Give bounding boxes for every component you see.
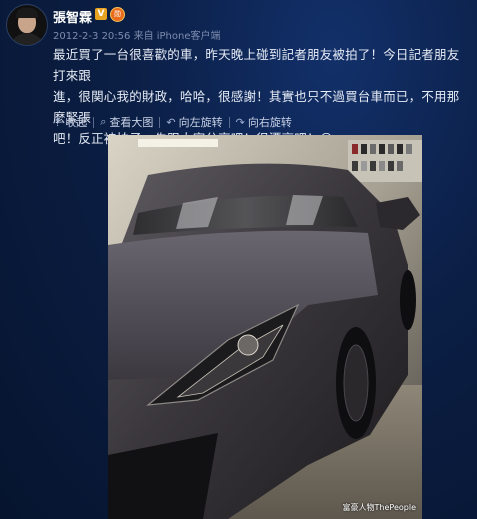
headlight-lamp bbox=[237, 334, 259, 356]
car-photo bbox=[108, 135, 422, 519]
view-large-label: 查看大图 bbox=[109, 116, 154, 129]
rotate-right-button[interactable]: ↷ 向右旋转 bbox=[236, 114, 292, 130]
toolbar-divider bbox=[159, 116, 161, 128]
collapse-label: 收起 bbox=[65, 116, 88, 129]
toolbar-divider bbox=[93, 116, 95, 128]
verified-badge-icon[interactable]: V bbox=[95, 8, 107, 20]
front-rim bbox=[343, 344, 369, 422]
avatar-shoulders bbox=[9, 33, 45, 45]
rotate-left-icon: ↶ bbox=[166, 115, 176, 129]
collapse-button[interactable]: ⇡ 收起 bbox=[53, 114, 87, 130]
post-text: 最近買了一台很喜歡的車，昨天晚上碰到記者朋友被拍了！今日記者朋友打來跟 進，很関… bbox=[53, 44, 471, 149]
rotate-right-icon: ↷ bbox=[235, 115, 245, 129]
medal-badge-icon[interactable]: 勋 bbox=[110, 7, 125, 22]
watermark: 富豪人物ThePeople bbox=[342, 503, 416, 512]
post-meta: 2012-2-3 20:56 来自 iPhone客户端 bbox=[53, 31, 221, 42]
author-name[interactable]: 張智霖 bbox=[53, 7, 92, 26]
rotate-left-label: 向左旋转 bbox=[178, 116, 223, 129]
rear-wheel bbox=[400, 270, 416, 330]
arrow-up-icon: ⇡ bbox=[53, 115, 63, 129]
view-large-button[interactable]: ⌕ 查看大图 bbox=[100, 114, 153, 130]
post-image[interactable]: 富豪人物ThePeople bbox=[108, 135, 422, 519]
avatar-hair bbox=[16, 8, 38, 18]
toolbar-divider bbox=[228, 116, 230, 128]
ceiling-light bbox=[138, 139, 218, 147]
rotate-left-button[interactable]: ↶ 向左旋转 bbox=[166, 114, 222, 130]
post-text-line: 最近買了一台很喜歡的車，昨天晚上碰到記者朋友被拍了！今日記者朋友打來跟 bbox=[53, 47, 460, 83]
image-toolbar: ⇡ 收起 ⌕ 查看大图 ↶ 向左旋转 ↷ 向右旋转 bbox=[53, 115, 292, 129]
magnifier-icon: ⌕ bbox=[100, 115, 107, 128]
avatar[interactable] bbox=[6, 4, 48, 46]
rotate-right-label: 向右旋转 bbox=[247, 116, 292, 129]
